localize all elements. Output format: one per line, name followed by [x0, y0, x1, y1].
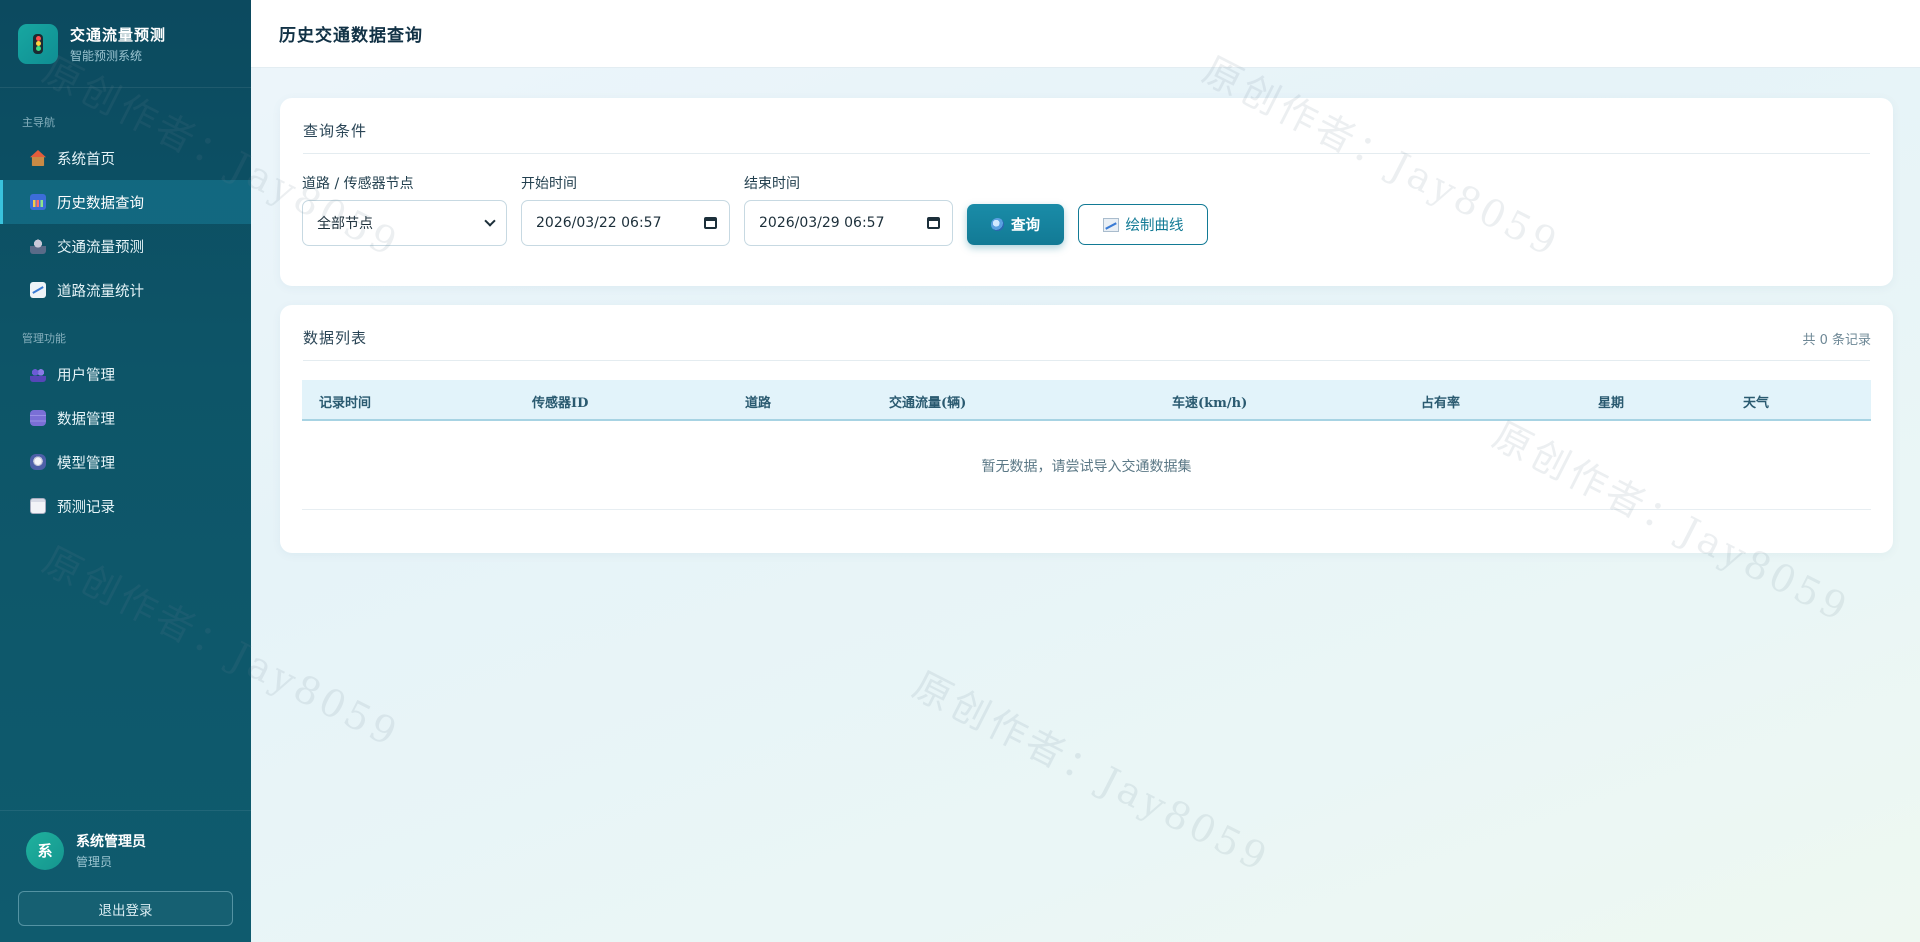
sidebar-item-label: 道路流量统计 — [57, 283, 144, 300]
end-time-label: 结束时间 — [744, 176, 800, 192]
end-time-field: 结束时间 2026/03/29 06:57 — [744, 173, 953, 246]
sidebar-item-home[interactable]: 系统首页 — [0, 136, 251, 180]
column-header[interactable]: 车速(km/h) — [1172, 392, 1247, 411]
home-icon — [30, 150, 46, 166]
sidebar-item-label: 预测记录 — [57, 499, 115, 516]
plot-curve-button-label: 绘制曲线 — [1125, 218, 1184, 234]
sidebar-item-label: 系统首页 — [57, 151, 115, 168]
top-header: 历史交通数据查询 — [251, 0, 1920, 68]
record-count: 共 0 条记录 — [1802, 333, 1871, 348]
node-field: 道路 / 传感器节点 全部节点 — [302, 173, 507, 246]
avatar: 系 — [26, 831, 64, 870]
page-title: 历史交通数据查询 — [279, 26, 423, 46]
search-button[interactable]: 查询 — [967, 204, 1064, 245]
search-button-label: 查询 — [1011, 218, 1040, 234]
end-time-input[interactable]: 2026/03/29 06:57 — [744, 200, 953, 246]
start-time-field: 开始时间 2026/03/22 06:57 — [521, 173, 730, 246]
line-chart-icon — [1102, 217, 1119, 232]
nav-group-main: 主导航 — [22, 116, 55, 129]
calendar-icon[interactable] — [927, 217, 940, 229]
database-icon — [30, 410, 46, 426]
search-icon — [991, 218, 1004, 231]
logout-button[interactable]: 退出登录 — [18, 891, 233, 926]
plot-curve-button[interactable]: 绘制曲线 — [1078, 204, 1208, 245]
sidebar-item-history-query[interactable]: 历史数据查询 — [0, 180, 251, 224]
column-header[interactable]: 交通流量(辆) — [889, 392, 966, 411]
sidebar-item-road-statistics[interactable]: 道路流量统计 — [0, 268, 251, 312]
empty-state: 暂无数据，请尝试导入交通数据集 — [302, 423, 1871, 510]
query-card: 查询条件 道路 / 传感器节点 全部节点 开始时间 2026/03/22 06:… — [280, 98, 1893, 286]
start-time-label: 开始时间 — [521, 176, 577, 192]
column-header[interactable]: 传感器ID — [532, 392, 588, 411]
sidebar-item-data-management[interactable]: 数据管理 — [0, 396, 251, 440]
robot-icon — [30, 238, 46, 254]
query-card-title: 查询条件 — [303, 122, 368, 140]
sidebar-footer: 系 系统管理员 管理员 退出登录 — [0, 810, 251, 942]
column-header[interactable]: 占有率 — [1421, 392, 1460, 411]
brand-title: 交通流量预测 — [70, 25, 167, 44]
nav-group-admin: 管理功能 — [22, 332, 66, 345]
bar-chart-icon — [30, 194, 46, 210]
divider — [303, 360, 1870, 361]
column-header[interactable]: 记录时间 — [319, 392, 371, 411]
node-label: 道路 / 传感器节点 — [302, 176, 414, 192]
sidebar-item-model-management[interactable]: 模型管理 — [0, 440, 251, 484]
node-select-value: 全部节点 — [317, 216, 373, 232]
data-list-title: 数据列表 — [303, 329, 368, 347]
user-role: 管理员 — [76, 855, 113, 869]
calendar-icon[interactable] — [704, 217, 717, 229]
column-header[interactable]: 道路 — [745, 392, 771, 411]
users-icon — [30, 366, 46, 382]
table-header: 记录时间 传感器ID 道路 交通流量(辆) 车速(km/h) 占有率 星期 天气 — [302, 380, 1871, 421]
traffic-light-icon — [18, 23, 58, 64]
divider — [303, 153, 1870, 154]
record-icon — [30, 498, 46, 514]
sidebar: 交通流量预测 智能预测系统 主导航 系统首页 历史数据查询 交通流量预测 道路流… — [0, 0, 251, 942]
sidebar-item-user-management[interactable]: 用户管理 — [0, 352, 251, 396]
sidebar-item-label: 历史数据查询 — [57, 195, 144, 212]
column-header[interactable]: 星期 — [1598, 392, 1624, 411]
start-time-input[interactable]: 2026/03/22 06:57 — [521, 200, 730, 246]
sidebar-item-traffic-prediction[interactable]: 交通流量预测 — [0, 224, 251, 268]
data-list-card: 数据列表 共 0 条记录 记录时间 传感器ID 道路 交通流量(辆) 车速(km… — [280, 305, 1893, 553]
start-time-value: 2026/03/22 06:57 — [536, 215, 662, 231]
watermark: 原创作者：Jay8059 — [905, 663, 1278, 882]
sidebar-item-label: 数据管理 — [57, 411, 115, 428]
sidebar-item-label: 模型管理 — [57, 455, 115, 472]
brand-subtitle: 智能预测系统 — [70, 48, 143, 63]
brand: 交通流量预测 智能预测系统 — [0, 0, 251, 88]
user-name: 系统管理员 — [76, 834, 146, 850]
end-time-value: 2026/03/29 06:57 — [759, 215, 885, 231]
column-header[interactable]: 天气 — [1743, 392, 1769, 411]
chevron-down-icon — [484, 215, 496, 227]
user-profile: 系 系统管理员 管理员 — [0, 811, 251, 870]
trend-chart-icon — [30, 282, 46, 298]
sidebar-item-label: 用户管理 — [57, 367, 115, 384]
node-select[interactable]: 全部节点 — [302, 200, 507, 246]
sidebar-item-prediction-records[interactable]: 预测记录 — [0, 484, 251, 528]
sidebar-item-label: 交通流量预测 — [57, 239, 144, 256]
model-icon — [30, 454, 46, 470]
